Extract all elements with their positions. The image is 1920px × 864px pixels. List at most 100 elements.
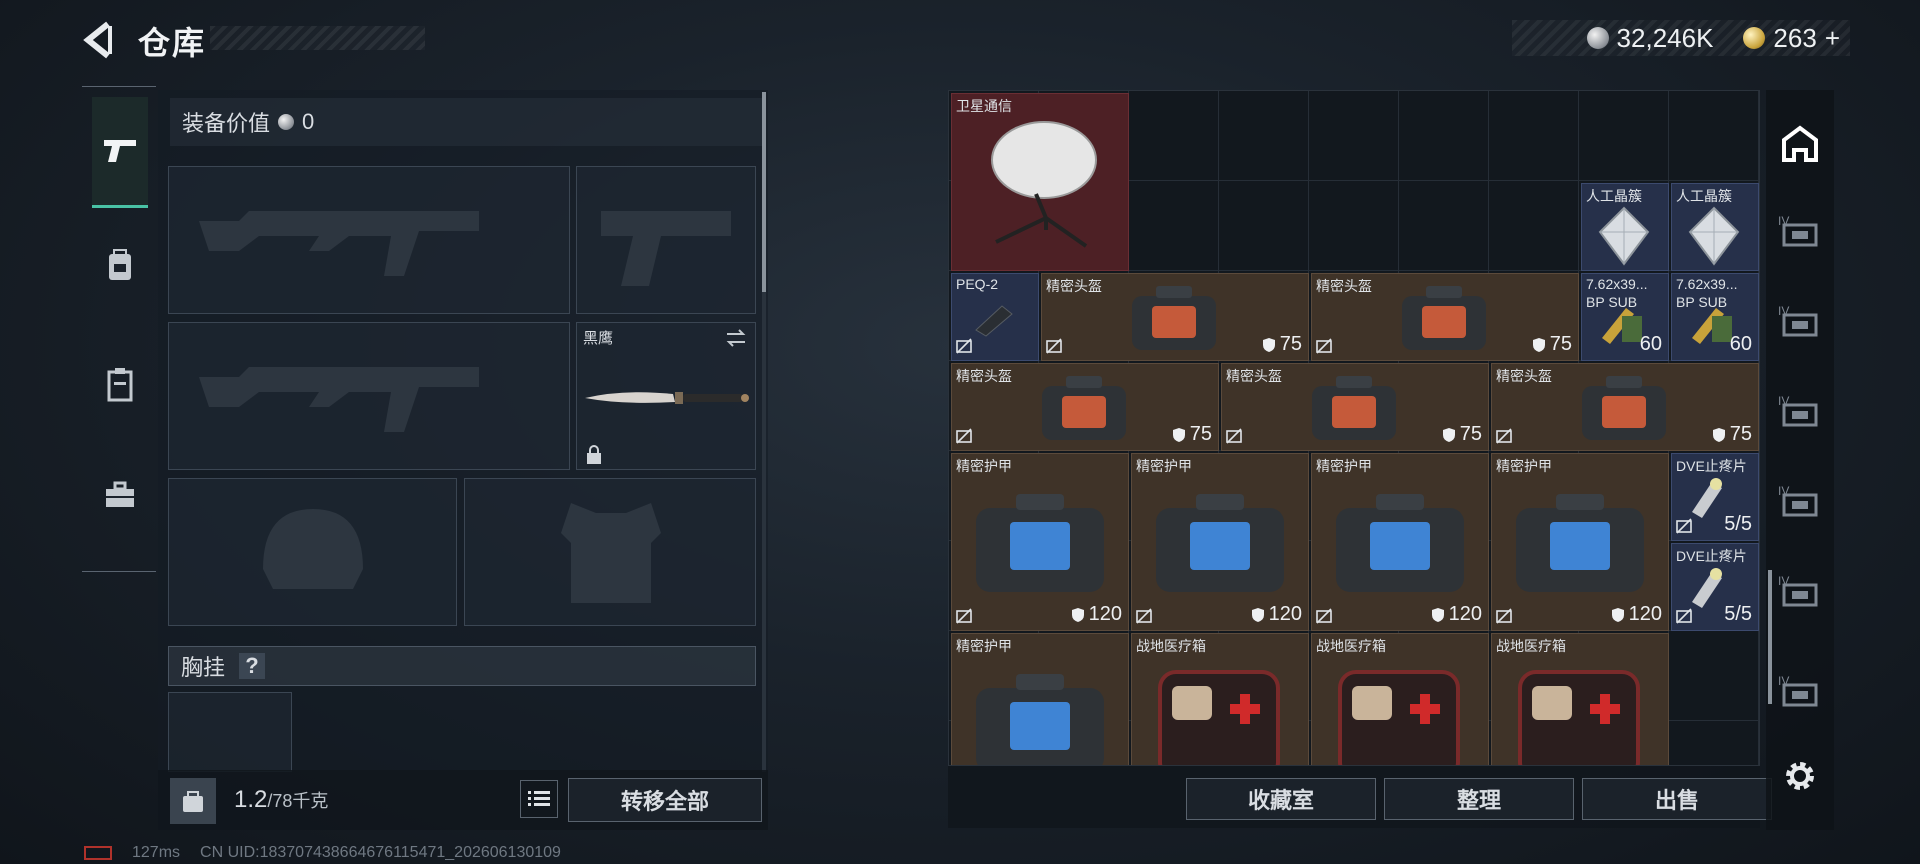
tab-storage-3[interactable]: IV (1776, 300, 1824, 348)
item-armor[interactable]: 精密护甲 120 (1131, 453, 1309, 631)
shield-icon (1071, 607, 1084, 622)
house-icon (1782, 125, 1818, 162)
loadout-scroll-thumb[interactable] (762, 92, 766, 292)
secondary-weapon-slot[interactable] (576, 166, 756, 314)
item-medkit[interactable]: 战地医疗箱 (1311, 633, 1489, 765)
tab-home[interactable] (1776, 120, 1824, 168)
item-name: 精密头盔 (1046, 278, 1102, 294)
nav-backpack[interactable] (92, 237, 148, 293)
tab-storage-7[interactable]: IV (1776, 670, 1824, 718)
durability-value: 120 (1448, 603, 1482, 625)
pill-icon (1692, 568, 1722, 608)
pistol-silhouette-icon (601, 211, 731, 286)
tabs-scrollbar[interactable] (1768, 570, 1772, 704)
second-primary-weapon-slot[interactable] (168, 322, 570, 470)
item-name: 精密头盔 (1226, 368, 1282, 384)
add-currency-button[interactable]: + (1825, 23, 1840, 54)
durability-value: 120 (1088, 603, 1122, 625)
uses-remaining: 5/5 (1724, 513, 1752, 535)
tab-storage-2[interactable]: IV (1776, 210, 1824, 258)
item-medkit[interactable]: 战地医疗箱 (1131, 633, 1309, 765)
silver-coin-icon (278, 114, 295, 130)
shield-icon (1611, 607, 1624, 622)
weight-button[interactable] (170, 778, 216, 824)
armor-slot[interactable] (464, 478, 756, 626)
ammo-count: 60 (1639, 333, 1662, 355)
shield-icon (1442, 427, 1455, 442)
item-armor[interactable]: 精密护甲 120 (1491, 453, 1669, 631)
collection-room-button[interactable]: 收藏室 (1186, 778, 1376, 820)
tab-storage-4[interactable]: IV (1776, 390, 1824, 438)
equip-value-amount: 0 (302, 109, 315, 134)
primary-weapon-slot[interactable] (168, 166, 570, 314)
durability-value: 120 (1268, 603, 1302, 625)
shield-icon (1251, 607, 1264, 622)
no-insure-icon (956, 338, 972, 354)
no-insure-icon (1496, 428, 1512, 444)
help-button[interactable]: ? (239, 653, 266, 679)
item-armor[interactable]: 精密护甲 120 (1311, 453, 1489, 631)
item-ammo[interactable]: 7.62x39... BP SUB 60 (1671, 273, 1759, 361)
first-aid-kit-icon (1338, 670, 1460, 765)
item-durability: 75 (1712, 423, 1752, 446)
tab-storage-5[interactable]: IV (1776, 480, 1824, 528)
settings-button[interactable] (1776, 752, 1824, 800)
item-painkiller[interactable]: DVE止疼片 5/5 (1671, 453, 1759, 541)
nav-container[interactable] (92, 357, 148, 413)
item-durability: 75 (1442, 423, 1482, 446)
shield-icon (1431, 607, 1444, 622)
laser-module-icon (975, 305, 1013, 337)
ping: 127ms (132, 844, 181, 861)
tab-level: IV (1778, 214, 1790, 228)
item-helmet[interactable]: 精密头盔 75 (1041, 273, 1309, 361)
item-satellite-comm[interactable]: 卫星通信 (951, 93, 1129, 271)
transfer-all-button[interactable]: 转移全部 (568, 778, 762, 822)
item-armor[interactable]: 精密护甲 120 (951, 453, 1129, 631)
storage-tabs: IV IV IV IV IV IV (1766, 90, 1834, 830)
helmet-slot[interactable] (168, 478, 457, 626)
item-painkiller[interactable]: DVE止疼片 5/5 (1671, 543, 1759, 631)
chest-rig-slot[interactable] (168, 692, 292, 772)
item-crystal[interactable]: 人工晶簇 (1671, 183, 1759, 271)
page-title: 仓库 (138, 25, 207, 61)
no-insure-icon (1676, 608, 1692, 624)
item-helmet[interactable]: 精密头盔 75 (1491, 363, 1759, 451)
list-view-button[interactable] (520, 780, 558, 818)
storage-grid: 卫星通信 人工晶簇 人工晶簇 PEQ-2 精密头盔 75 精密头盔 75 7.6… (948, 90, 1760, 766)
item-helmet[interactable]: 精密头盔 75 (1311, 273, 1579, 361)
swap-icon[interactable] (725, 329, 747, 347)
item-armor[interactable]: 精密护甲 (951, 633, 1129, 765)
tab-level: IV (1778, 304, 1790, 318)
no-insure-icon (1316, 338, 1332, 354)
item-helmet[interactable]: 精密头盔 75 (1221, 363, 1489, 451)
no-insure-icon (1226, 428, 1242, 444)
item-medkit[interactable]: 战地医疗箱 (1491, 633, 1669, 765)
sort-button[interactable]: 整理 (1384, 778, 1574, 820)
shield-icon (1532, 337, 1545, 352)
melee-slot[interactable]: 黑鹰 (576, 322, 756, 470)
item-peq2[interactable]: PEQ-2 (951, 273, 1039, 361)
nav-toolbox[interactable] (92, 467, 148, 523)
no-insure-icon (956, 608, 972, 624)
item-ammo[interactable]: 7.62x39... BP SUB 60 (1581, 273, 1669, 361)
pistol-icon (104, 140, 136, 162)
item-durability: 120 (1431, 603, 1482, 626)
no-insure-icon (1136, 608, 1152, 624)
item-crystal[interactable]: 人工晶簇 (1581, 183, 1669, 271)
knife-icon (585, 392, 749, 404)
nav-weapons[interactable] (92, 97, 148, 208)
crystal-icon (1598, 206, 1650, 266)
back-button[interactable] (78, 18, 122, 62)
record-indicator-icon (84, 846, 112, 860)
sell-button[interactable]: 出售 (1582, 778, 1772, 820)
back-arrow-icon (83, 21, 112, 59)
gear-icon (1786, 762, 1814, 790)
item-name: 精密护甲 (1316, 458, 1372, 474)
ammo-count: 60 (1729, 333, 1752, 355)
pill-icon (1692, 478, 1722, 518)
item-durability: 120 (1071, 603, 1122, 626)
item-name: 精密头盔 (1316, 278, 1372, 294)
tab-storage-6[interactable]: IV (1776, 570, 1824, 618)
item-helmet[interactable]: 精密头盔 75 (951, 363, 1219, 451)
helmet-case-icon (1312, 376, 1396, 440)
